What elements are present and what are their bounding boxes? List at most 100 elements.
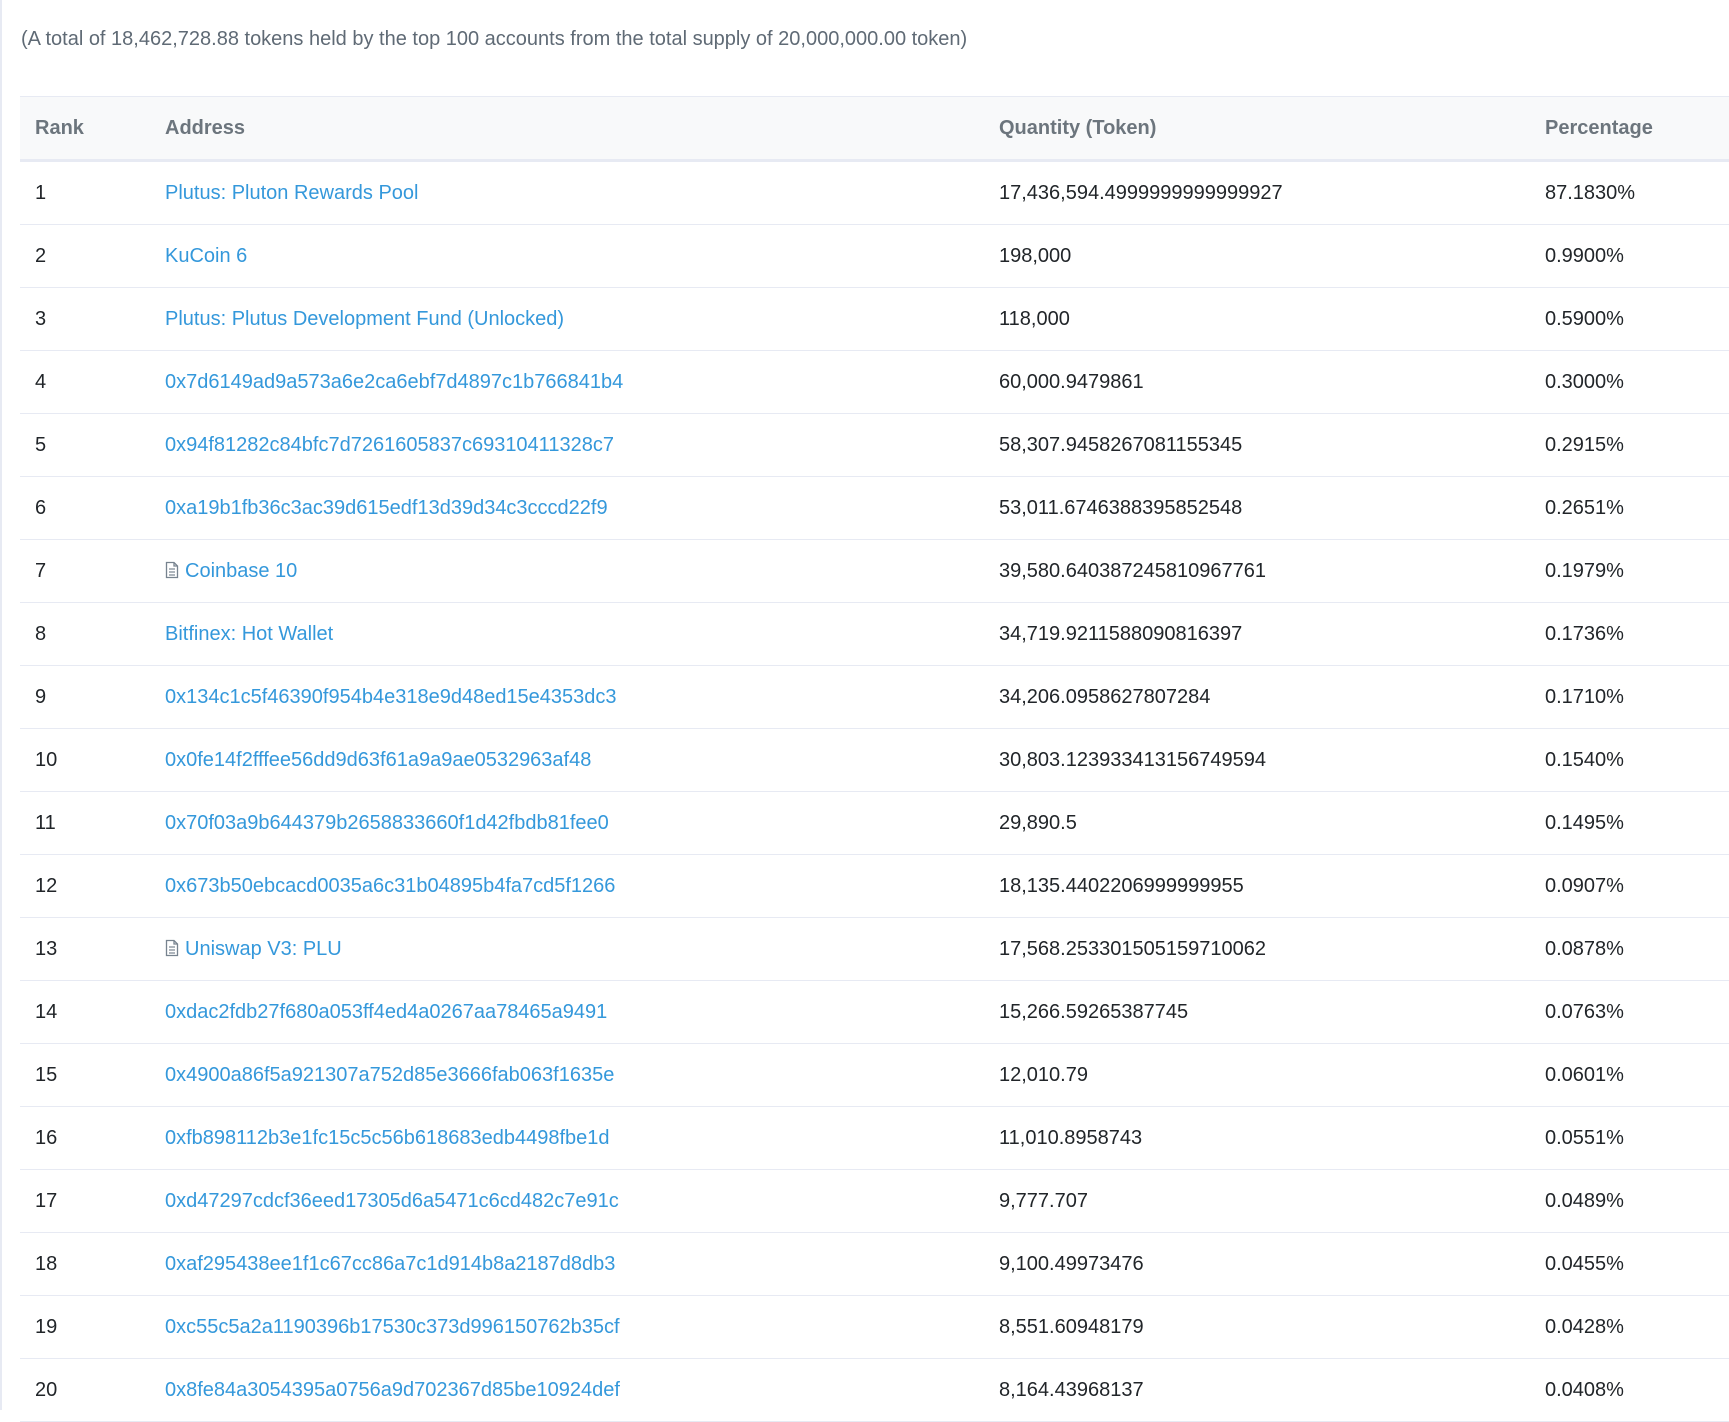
address-cell: Plutus: Plutus Development Fund (Unlocke… (150, 287, 984, 351)
address-link[interactable]: Uniswap V3: PLU (165, 938, 342, 960)
address-label: 0xdac2fdb27f680a053ff4ed4a0267aa78465a94… (165, 1000, 608, 1023)
rank-cell: 16 (20, 1106, 150, 1170)
address-label: KuCoin 6 (165, 244, 248, 267)
address-link[interactable]: 0x7d6149ad9a573a6e2ca6ebf7d4897c1b766841… (165, 371, 623, 393)
address-label: 0xd47297cdcf36eed17305d6a5471c6cd482c7e9… (165, 1189, 619, 1212)
rank-value: 19 (35, 1315, 58, 1338)
quantity-cell: 17,436,594.4999999999999927 (984, 160, 1530, 225)
quantity-cell: 58,307.9458267081155345 (984, 413, 1530, 477)
header-row: Rank Address Quantity (Token) Percentage (20, 96, 1729, 162)
address-link[interactable]: 0xdac2fdb27f680a053ff4ed4a0267aa78465a94… (165, 1001, 607, 1023)
address-link[interactable]: 0x4900a86f5a921307a752d85e3666fab063f163… (165, 1064, 614, 1086)
address-cell: 0xd47297cdcf36eed17305d6a5471c6cd482c7e9… (150, 1169, 984, 1233)
rank-value: 2 (35, 244, 47, 267)
address-link[interactable]: Bitfinex: Hot Wallet (165, 623, 333, 645)
percentage-cell: 0.2651% (1530, 476, 1729, 540)
table-row: 11 0x70f03a9b644379b2658833660f1d42fbdb8… (20, 791, 1729, 855)
percentage-value: 0.0455% (1545, 1252, 1624, 1275)
percentage-cell: 0.0455% (1530, 1232, 1729, 1296)
rank-value: 9 (35, 685, 47, 708)
holders-table: Rank Address Quantity (Token) Percentage… (20, 96, 1729, 1422)
percentage-value: 0.0601% (1545, 1063, 1624, 1086)
address-cell: Bitfinex: Hot Wallet (150, 602, 984, 666)
percentage-value: 0.0878% (1545, 937, 1624, 960)
address-link[interactable]: Coinbase 10 (165, 560, 297, 582)
rank-cell: 13 (20, 917, 150, 981)
rank-cell: 9 (20, 665, 150, 729)
address-link[interactable]: Plutus: Plutus Development Fund (Unlocke… (165, 308, 564, 330)
rank-value: 1 (35, 181, 47, 204)
rank-cell: 15 (20, 1043, 150, 1107)
quantity-value: 9,777.707 (999, 1189, 1088, 1212)
percentage-cell: 0.0489% (1530, 1169, 1729, 1233)
address-label: 0x8fe84a3054395a0756a9d702367d85be10924d… (165, 1378, 620, 1401)
address-cell: 0x0fe14f2fffee56dd9d63f61a9a9ae0532963af… (150, 728, 984, 792)
quantity-cell: 34,719.9211588090816397 (984, 602, 1530, 666)
address-link[interactable]: 0x94f81282c84bfc7d7261605837c69310411328… (165, 434, 614, 456)
quantity-cell: 198,000 (984, 224, 1530, 288)
percentage-value: 0.0763% (1545, 1000, 1624, 1023)
address-cell: Coinbase 10 (150, 539, 984, 603)
address-label: 0xc55c5a2a1190396b17530c373d996150762b35… (165, 1315, 620, 1338)
address-cell: Uniswap V3: PLU (150, 917, 984, 981)
quantity-cell: 53,011.6746388395852548 (984, 476, 1530, 540)
table-row: 9 0x134c1c5f46390f954b4e318e9d48ed15e435… (20, 665, 1729, 729)
table-header: Rank Address Quantity (Token) Percentage (20, 96, 1729, 162)
address-cell: 0x70f03a9b644379b2658833660f1d42fbdb81fe… (150, 791, 984, 855)
address-label: 0xfb898112b3e1fc15c5c56b618683edb4498fbe… (165, 1126, 610, 1149)
percentage-cell: 87.1830% (1530, 160, 1729, 225)
address-link[interactable]: 0xaf295438ee1f1c67cc86a7c1d914b8a2187d8d… (165, 1253, 615, 1275)
address-header: Address (150, 96, 984, 162)
address-link[interactable]: 0xa19b1fb36c3ac39d615edf13d39d34c3cccd22… (165, 497, 608, 519)
address-link[interactable]: 0x134c1c5f46390f954b4e318e9d48ed15e4353d… (165, 686, 617, 708)
rank-cell: 2 (20, 224, 150, 288)
quantity-cell: 30,803.123933413156749594 (984, 728, 1530, 792)
rank-value: 12 (35, 874, 58, 897)
file-text-icon (165, 561, 179, 578)
quantity-value: 15,266.59265387745 (999, 1000, 1189, 1023)
address-link[interactable]: 0x8fe84a3054395a0756a9d702367d85be10924d… (165, 1379, 620, 1401)
quantity-value: 17,568.253301505159710062 (999, 937, 1266, 960)
rank-value: 16 (35, 1126, 58, 1149)
percentage-cell: 0.1495% (1530, 791, 1729, 855)
percentage-cell: 0.1710% (1530, 665, 1729, 729)
address-link[interactable]: 0x673b50ebcacd0035a6c31b04895b4fa7cd5f12… (165, 875, 615, 897)
rank-value: 6 (35, 496, 47, 519)
file-text-icon (165, 939, 179, 956)
address-link[interactable]: 0xc55c5a2a1190396b17530c373d996150762b35… (165, 1316, 620, 1338)
address-cell: 0xfb898112b3e1fc15c5c56b618683edb4498fbe… (150, 1106, 984, 1170)
table-row: 16 0xfb898112b3e1fc15c5c56b618683edb4498… (20, 1106, 1729, 1170)
table-row: 13 Uniswap V3: PLU 17,568.25330150515971… (20, 917, 1729, 981)
table-row: 5 0x94f81282c84bfc7d7261605837c693104113… (20, 413, 1729, 477)
address-cell: KuCoin 6 (150, 224, 984, 288)
percentage-cell: 0.0763% (1530, 980, 1729, 1044)
rank-cell: 11 (20, 791, 150, 855)
rank-value: 8 (35, 622, 47, 645)
rank-value: 18 (35, 1252, 58, 1275)
address-link[interactable]: 0x0fe14f2fffee56dd9d63f61a9a9ae0532963af… (165, 749, 591, 771)
quantity-value: 198,000 (999, 244, 1072, 267)
address-label: 0x0fe14f2fffee56dd9d63f61a9a9ae0532963af… (165, 748, 592, 771)
quantity-value: 34,206.0958627807284 (999, 685, 1211, 708)
percentage-value: 0.2915% (1545, 433, 1624, 456)
quantity-value: 118,000 (999, 307, 1070, 330)
percentage-value: 0.9900% (1545, 244, 1624, 267)
address-link[interactable]: 0xd47297cdcf36eed17305d6a5471c6cd482c7e9… (165, 1190, 619, 1212)
address-link[interactable]: KuCoin 6 (165, 245, 247, 267)
table-row: 15 0x4900a86f5a921307a752d85e3666fab063f… (20, 1043, 1729, 1107)
address-link[interactable]: 0x70f03a9b644379b2658833660f1d42fbdb81fe… (165, 812, 609, 834)
table-row: 1 Plutus: Pluton Rewards Pool 17,436,594… (20, 160, 1729, 225)
quantity-value: 39,580.640387245810967761 (999, 559, 1266, 582)
address-link[interactable]: Plutus: Pluton Rewards Pool (165, 182, 418, 204)
rank-cell: 8 (20, 602, 150, 666)
address-label: 0x7d6149ad9a573a6e2ca6ebf7d4897c1b766841… (165, 370, 624, 393)
table-row: 17 0xd47297cdcf36eed17305d6a5471c6cd482c… (20, 1169, 1729, 1233)
percentage-value: 0.1736% (1545, 622, 1624, 645)
percentage-value: 0.0408% (1545, 1378, 1624, 1401)
table-row: 2 KuCoin 6 198,000 0.9900% (20, 224, 1729, 288)
address-link[interactable]: 0xfb898112b3e1fc15c5c56b618683edb4498fbe… (165, 1127, 610, 1149)
percentage-value: 0.0907% (1545, 874, 1624, 897)
percentage-cell: 0.3000% (1530, 350, 1729, 414)
address-cell: 0xc55c5a2a1190396b17530c373d996150762b35… (150, 1295, 984, 1359)
quantity-value: 8,551.60948179 (999, 1315, 1144, 1338)
